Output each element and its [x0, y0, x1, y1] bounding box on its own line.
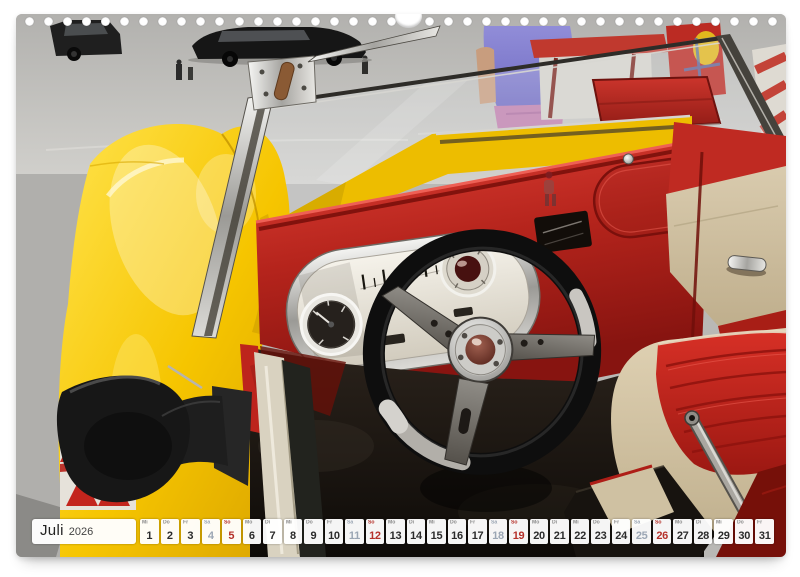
binding-hole — [654, 17, 663, 26]
day-cell-1: Mi1 — [140, 519, 159, 544]
binding-hole — [558, 17, 567, 26]
binding-hole — [482, 17, 491, 26]
calendar-sheet: Juli 2026 Mi1Do2Fr3Sa4So5Mo6Di7Mi8Do9Fr1… — [16, 14, 786, 557]
binding-hole — [577, 17, 586, 26]
day-cell-11: Sa11 — [345, 519, 364, 544]
binding-hole — [311, 17, 320, 26]
day-cell-3: Fr3 — [181, 519, 200, 544]
binding-hole — [292, 17, 301, 26]
binding-hole — [596, 17, 605, 26]
binding-hole — [120, 17, 129, 26]
day-cell-27: Mo27 — [673, 519, 692, 544]
binding-hole — [25, 17, 34, 26]
day-cell-29: Mi29 — [714, 519, 733, 544]
day-cell-21: Di21 — [550, 519, 569, 544]
binding-hole — [158, 17, 167, 26]
day-cell-13: Mo13 — [386, 519, 405, 544]
binding-hole — [730, 17, 739, 26]
binding-hole — [425, 17, 434, 26]
day-cell-15: Mi15 — [427, 519, 446, 544]
day-cell-12: So12 — [366, 519, 385, 544]
binding-hole — [368, 17, 377, 26]
day-cell-22: Mi22 — [571, 519, 590, 544]
binding-hole — [215, 17, 224, 26]
binding-hole — [330, 17, 339, 26]
day-cell-7: Di7 — [263, 519, 282, 544]
day-cell-2: Do2 — [161, 519, 180, 544]
binding-hole — [235, 17, 244, 26]
year-label: 2026 — [69, 526, 93, 538]
day-cell-8: Mi8 — [284, 519, 303, 544]
day-cell-16: Do16 — [448, 519, 467, 544]
day-cell-30: Do30 — [735, 519, 754, 544]
binding-hole — [82, 17, 91, 26]
day-cell-24: Fr24 — [612, 519, 631, 544]
month-name: Juli — [40, 522, 64, 539]
day-cell-28: Di28 — [694, 519, 713, 544]
binding-hole — [692, 17, 701, 26]
calendar-strip: Juli 2026 Mi1Do2Fr3Sa4So5Mo6Di7Mi8Do9Fr1… — [32, 519, 774, 544]
binding-hole — [501, 17, 510, 26]
binding-hole — [254, 17, 263, 26]
binding-hole — [101, 17, 110, 26]
binding-hole — [711, 17, 720, 26]
calendar-product-shot: Juli 2026 Mi1Do2Fr3Sa4So5Mo6Di7Mi8Do9Fr1… — [0, 0, 800, 577]
day-cell-25: Sa25 — [632, 519, 651, 544]
day-cell-9: Do9 — [304, 519, 323, 544]
binding-hole — [444, 17, 453, 26]
binding-hole — [177, 17, 186, 26]
binding-hole — [673, 17, 682, 26]
binding-hole — [463, 17, 472, 26]
day-cell-14: Di14 — [407, 519, 426, 544]
day-cell-20: Mo20 — [530, 519, 549, 544]
day-cell-23: Do23 — [591, 519, 610, 544]
binding-hole — [139, 17, 148, 26]
day-cells: Mi1Do2Fr3Sa4So5Mo6Di7Mi8Do9Fr10Sa11So12M… — [140, 519, 774, 544]
binding-hole — [539, 17, 548, 26]
car-interior-photo — [16, 14, 786, 557]
day-cell-31: Fr31 — [755, 519, 774, 544]
day-cell-4: Sa4 — [202, 519, 221, 544]
binding-hole — [635, 17, 644, 26]
binding-hole — [273, 17, 282, 26]
month-label: Juli 2026 — [32, 519, 136, 544]
binding-hole — [63, 17, 72, 26]
day-cell-5: So5 — [222, 519, 241, 544]
day-cell-10: Fr10 — [325, 519, 344, 544]
day-cell-6: Mo6 — [243, 519, 262, 544]
day-cell-18: Sa18 — [489, 519, 508, 544]
day-cell-26: So26 — [653, 519, 672, 544]
binding-hole — [615, 17, 624, 26]
binding-hole — [768, 17, 777, 26]
binding-hole — [44, 17, 53, 26]
binding-hole — [349, 17, 358, 26]
binding-hole — [196, 17, 205, 26]
day-cell-17: Fr17 — [468, 519, 487, 544]
day-cell-19: So19 — [509, 519, 528, 544]
binding-hole — [749, 17, 758, 26]
binding-hole — [520, 17, 529, 26]
